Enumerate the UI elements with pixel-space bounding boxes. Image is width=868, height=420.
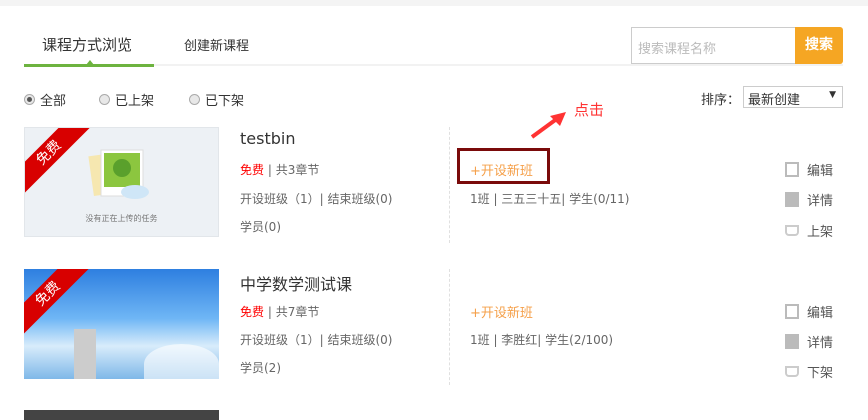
column-divider: [449, 269, 450, 385]
sort-label: 排序：: [701, 93, 741, 108]
search-button[interactable]: 搜索: [795, 27, 843, 64]
building-image: [74, 329, 96, 379]
basket-icon: [785, 225, 799, 236]
action-label: 编辑: [807, 164, 834, 179]
filter-unpublished[interactable]: 已下架: [189, 90, 244, 109]
document-icon: [785, 192, 799, 207]
course-title[interactable]: testbin: [240, 129, 295, 148]
publish-button[interactable]: 上架: [785, 221, 833, 240]
detail-button[interactable]: 详情: [785, 190, 833, 209]
chapters: | 共7章节: [267, 305, 320, 319]
tab-create[interactable]: 创建新课程: [184, 35, 249, 54]
new-class-link[interactable]: +开设新班: [470, 160, 533, 179]
filter-published[interactable]: 已上架: [99, 90, 154, 109]
class-info[interactable]: 1班 | 三五三十五| 学生(0/11): [470, 190, 629, 207]
edit-icon: [785, 162, 799, 177]
globe-image: [144, 344, 219, 379]
filter-label: 全部: [40, 94, 67, 109]
radio-icon[interactable]: [99, 94, 110, 105]
chapters: | 共3章节: [267, 163, 320, 177]
course-price-line: 免费 | 共7章节: [240, 303, 319, 320]
course-price-line: 免费 | 共3章节: [240, 161, 319, 178]
column-divider: [449, 127, 450, 243]
sort-select[interactable]: 最新创建 ▼: [743, 86, 843, 108]
dropdown-arrow-icon: ▼: [829, 90, 836, 100]
filter-all[interactable]: 全部: [24, 90, 66, 109]
course-classes: 开设班级（1）| 结束班级(0): [240, 192, 393, 206]
upload-picture-icon: [88, 149, 149, 199]
course-thumbnail[interactable]: [24, 410, 219, 420]
course-students: 学员(2): [240, 361, 281, 375]
price: 免费: [240, 305, 265, 319]
action-label: 详情: [807, 336, 834, 351]
course-thumbnail[interactable]: 免费: [24, 269, 219, 379]
tab-browse[interactable]: 课程方式浏览: [42, 34, 132, 55]
action-label: 编辑: [807, 306, 834, 321]
action-label: 详情: [807, 194, 834, 209]
detail-button[interactable]: 详情: [785, 332, 833, 351]
course-classes: 开设班级（1）| 结束班级(0): [240, 333, 393, 347]
course-thumbnail[interactable]: 没有正在上传的任务 免费: [24, 127, 219, 237]
new-class-link[interactable]: +开设新班: [470, 302, 533, 321]
sort-value: 最新创建: [748, 93, 801, 108]
radio-icon[interactable]: [24, 94, 35, 105]
edit-button[interactable]: 编辑: [785, 160, 833, 179]
annotation-text: 点击: [574, 101, 605, 119]
class-info[interactable]: 1班 | 李胜红| 学生(2/100): [470, 331, 613, 348]
free-ribbon: 免费: [24, 269, 92, 338]
price: 免费: [240, 163, 265, 177]
basket-icon: [785, 366, 799, 377]
document-icon: [785, 334, 799, 349]
thumb-caption: 没有正在上传的任务: [85, 214, 158, 223]
course-students: 学员(0): [240, 220, 281, 234]
filter-label: 已上架: [115, 94, 155, 109]
free-ribbon: 免费: [25, 128, 93, 197]
radio-icon[interactable]: [189, 94, 200, 105]
top-band: [0, 0, 868, 6]
tab-caret-icon: [86, 60, 94, 65]
edit-icon: [785, 304, 799, 319]
search-input[interactable]: 搜索课程名称: [631, 27, 796, 64]
action-label: 下架: [807, 366, 834, 381]
annotation-arrow-icon: [530, 112, 566, 139]
edit-button[interactable]: 编辑: [785, 302, 833, 321]
filter-label: 已下架: [205, 94, 245, 109]
unpublish-button[interactable]: 下架: [785, 362, 833, 381]
course-title[interactable]: 中学数学测试课: [240, 271, 352, 295]
action-label: 上架: [807, 225, 834, 240]
